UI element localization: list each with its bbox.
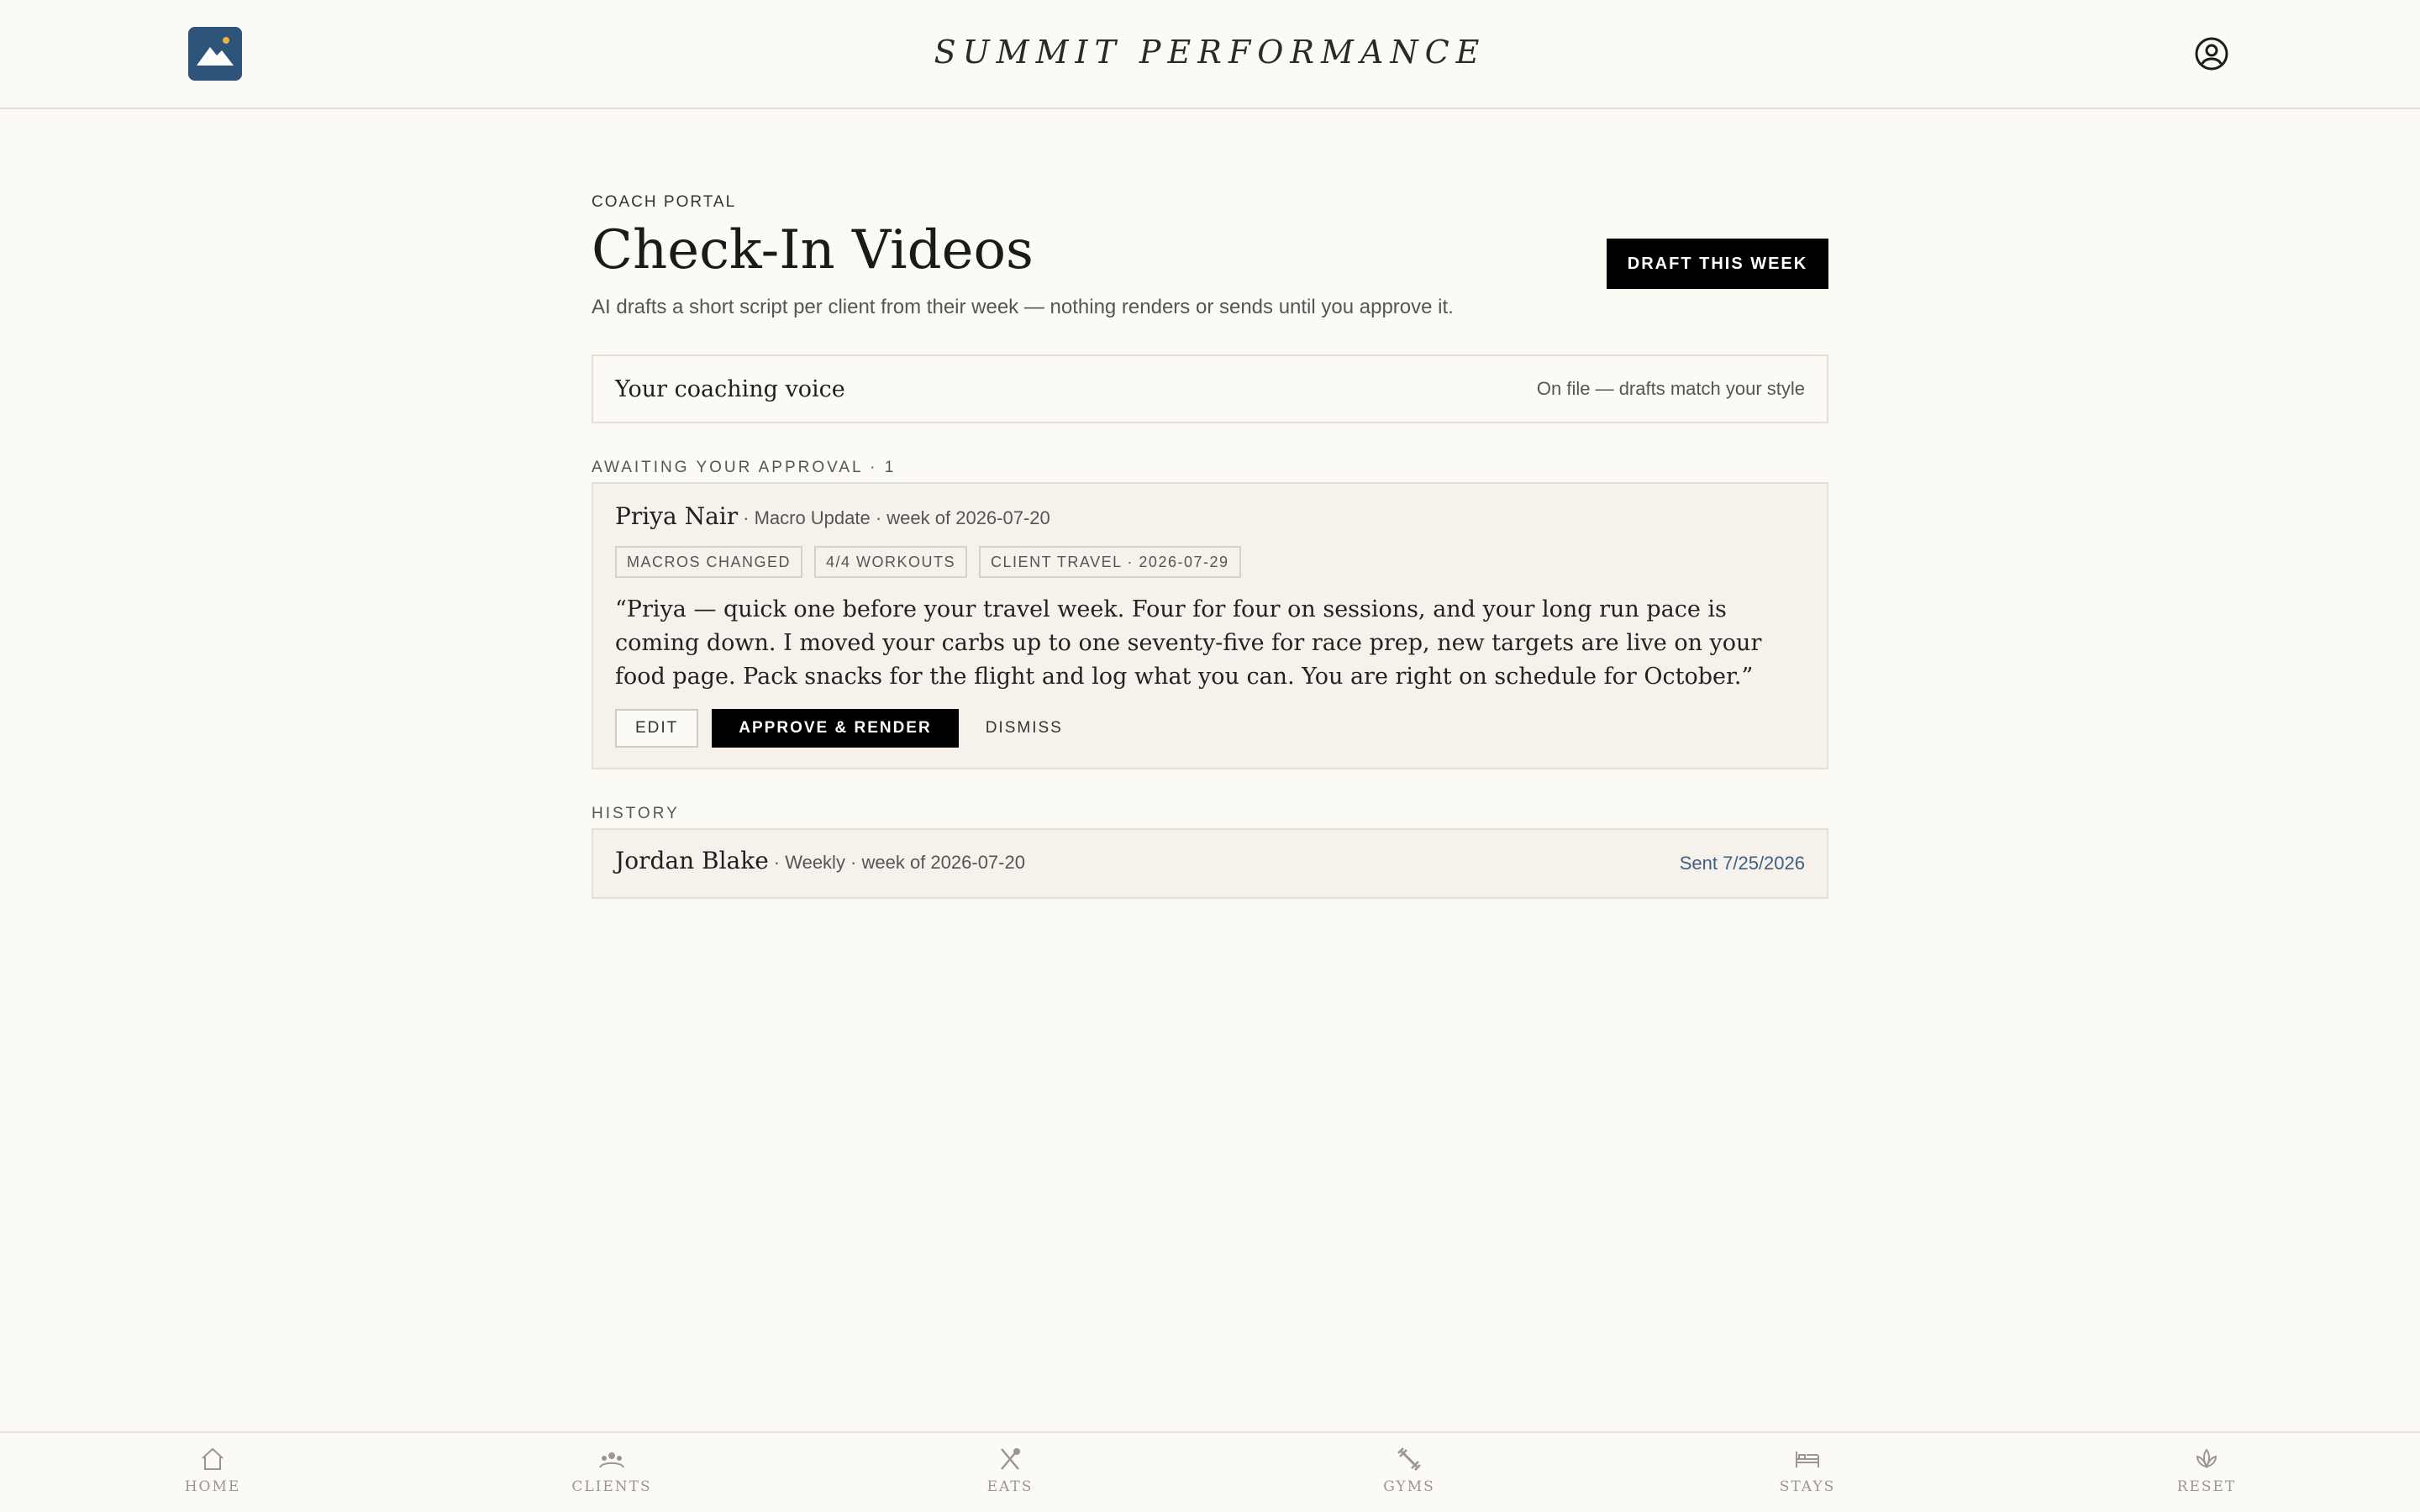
nav-item-home[interactable]: HOME xyxy=(162,1445,263,1495)
dismiss-button[interactable]: DISMISS xyxy=(972,709,1076,748)
bed-icon xyxy=(1796,1452,1819,1467)
nav-label-reset: RESET xyxy=(2176,1478,2237,1495)
dumbbell-icon xyxy=(1397,1447,1421,1471)
top-bar: SUMMIT PERFORMANCE xyxy=(0,0,2420,109)
approval-card: Priya Nair · Macro Update · week of 2026… xyxy=(592,482,1828,769)
utensils-icon xyxy=(1001,1448,1020,1470)
main-content: COACH PORTAL Check-In Videos AI drafts a… xyxy=(592,193,1828,899)
history-status: Sent 7/25/2026 xyxy=(1679,853,1805,874)
draft-script: “Priya — quick one before your travel we… xyxy=(615,596,1762,690)
nav-label-eats: EATS xyxy=(986,1478,1034,1495)
history-row[interactable]: Jordan Blake · Weekly · week of 2026-07-… xyxy=(592,828,1828,899)
page-eyebrow: COACH PORTAL xyxy=(592,193,737,211)
nav-item-gyms[interactable]: GYMS xyxy=(1359,1445,1460,1495)
nav-item-clients[interactable]: CLIENTS xyxy=(561,1445,662,1495)
tag-workouts: 4/4 WORKOUTS xyxy=(814,546,968,578)
lotus-icon xyxy=(2196,1448,2217,1469)
home-icon xyxy=(202,1447,224,1470)
edit-button[interactable]: EDIT xyxy=(615,709,699,748)
tag-list: MACROS CHANGED 4/4 WORKOUTS CLIENT TRAVE… xyxy=(615,546,1805,578)
nav-label-clients: CLIENTS xyxy=(571,1478,652,1495)
draft-this-week-button[interactable]: DRAFT THIS WEEK xyxy=(1607,239,1828,289)
history-client-meta: · Weekly · week of 2026-07-20 xyxy=(773,852,1025,873)
client-line: Priya Nair · Macro Update · week of 2026… xyxy=(615,502,1805,536)
nav-label-gyms: GYMS xyxy=(1383,1478,1435,1495)
history-client-line: Jordan Blake · Weekly · week of 2026-07-… xyxy=(615,847,1025,880)
nav-label-stays: STAYS xyxy=(1779,1478,1836,1495)
tag-macros-changed: MACROS CHANGED xyxy=(615,546,803,578)
coaching-voice-label: Your coaching voice xyxy=(615,375,845,402)
nav-item-stays[interactable]: STAYS xyxy=(1757,1445,1858,1495)
awaiting-approval-label: AWAITING YOUR APPROVAL · 1 xyxy=(592,459,897,476)
user-circle-icon[interactable] xyxy=(2193,35,2230,72)
tag-client-travel: CLIENT TRAVEL · 2026-07-29 xyxy=(979,546,1241,578)
approve-render-button[interactable]: APPROVE & RENDER xyxy=(712,709,959,748)
approval-actions: EDIT APPROVE & RENDER DISMISS xyxy=(615,709,1805,748)
history-client-name: Jordan Blake xyxy=(615,847,769,874)
nav-item-eats[interactable]: EATS xyxy=(960,1445,1060,1495)
people-icon xyxy=(599,1452,624,1468)
history-label: HISTORY xyxy=(592,805,680,822)
bottom-nav: HOME CLIENTS EATS GYMS STAYS RESET xyxy=(0,1431,2420,1512)
client-meta: · Macro Update · week of 2026-07-20 xyxy=(743,507,1050,528)
brand-name: SUMMIT PERFORMANCE xyxy=(934,34,1486,71)
nav-item-reset[interactable]: RESET xyxy=(2156,1445,2257,1495)
coaching-voice-status: On file — drafts match your style xyxy=(1536,378,1805,399)
coaching-voice-card[interactable]: Your coaching voice On file — drafts mat… xyxy=(592,354,1828,423)
nav-label-home: HOME xyxy=(184,1478,241,1495)
page-subtitle: AI drafts a short script per client from… xyxy=(592,296,1454,318)
client-name: Priya Nair xyxy=(615,502,739,530)
